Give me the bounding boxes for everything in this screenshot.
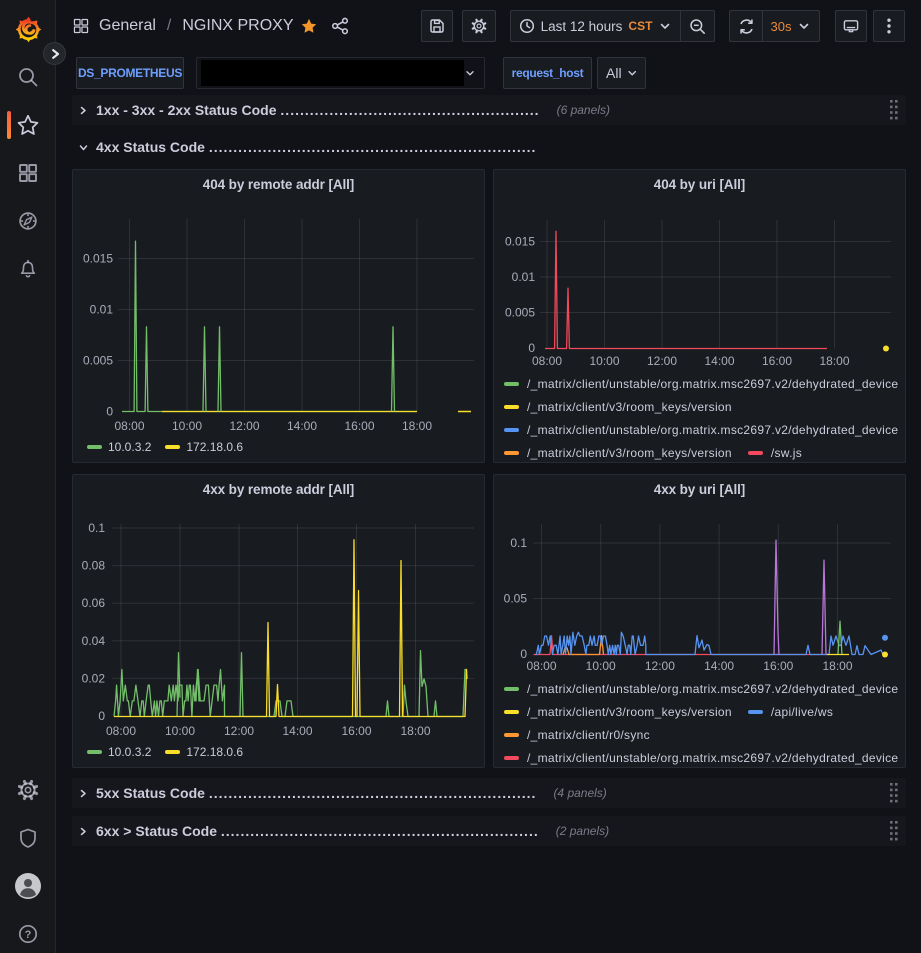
svg-text:16:00: 16:00 bbox=[762, 354, 792, 368]
svg-text:0.06: 0.06 bbox=[82, 596, 106, 610]
svg-text:14:00: 14:00 bbox=[704, 659, 734, 673]
svg-text:14:00: 14:00 bbox=[287, 419, 317, 433]
svg-text:10:00: 10:00 bbox=[586, 659, 616, 673]
svg-text:18:00: 18:00 bbox=[402, 419, 432, 433]
svg-text:16:00: 16:00 bbox=[341, 724, 371, 738]
svg-text:10:00: 10:00 bbox=[172, 419, 202, 433]
svg-text:0.1: 0.1 bbox=[88, 521, 105, 535]
svg-text:12:00: 12:00 bbox=[647, 354, 677, 368]
svg-text:18:00: 18:00 bbox=[400, 724, 430, 738]
svg-text:0.005: 0.005 bbox=[505, 306, 535, 320]
svg-text:18:00: 18:00 bbox=[822, 659, 852, 673]
svg-text:0.08: 0.08 bbox=[82, 559, 106, 573]
svg-text:0.02: 0.02 bbox=[82, 671, 106, 685]
svg-text:10:00: 10:00 bbox=[589, 354, 619, 368]
svg-text:08:00: 08:00 bbox=[526, 659, 556, 673]
svg-text:0.015: 0.015 bbox=[505, 235, 535, 249]
svg-text:12:00: 12:00 bbox=[224, 724, 254, 738]
svg-text:18:00: 18:00 bbox=[819, 354, 849, 368]
svg-text:16:00: 16:00 bbox=[344, 419, 374, 433]
svg-text:0: 0 bbox=[528, 341, 535, 355]
svg-text:10:00: 10:00 bbox=[165, 724, 195, 738]
svg-text:0: 0 bbox=[106, 405, 113, 419]
svg-text:16:00: 16:00 bbox=[763, 659, 793, 673]
svg-text:0.005: 0.005 bbox=[83, 354, 113, 368]
svg-text:0.015: 0.015 bbox=[83, 252, 113, 266]
svg-text:0.04: 0.04 bbox=[82, 634, 106, 648]
svg-text:12:00: 12:00 bbox=[645, 659, 675, 673]
svg-text:0.05: 0.05 bbox=[504, 592, 528, 606]
svg-text:14:00: 14:00 bbox=[282, 724, 312, 738]
svg-text:08:00: 08:00 bbox=[106, 724, 136, 738]
svg-text:08:00: 08:00 bbox=[532, 354, 562, 368]
svg-text:12:00: 12:00 bbox=[229, 419, 259, 433]
svg-text:?: ? bbox=[25, 929, 32, 941]
svg-text:08:00: 08:00 bbox=[114, 419, 144, 433]
svg-text:0.01: 0.01 bbox=[90, 303, 114, 317]
svg-text:0.01: 0.01 bbox=[512, 270, 536, 284]
svg-text:0.1: 0.1 bbox=[510, 536, 527, 550]
svg-text:14:00: 14:00 bbox=[704, 354, 734, 368]
svg-text:0: 0 bbox=[98, 709, 105, 723]
